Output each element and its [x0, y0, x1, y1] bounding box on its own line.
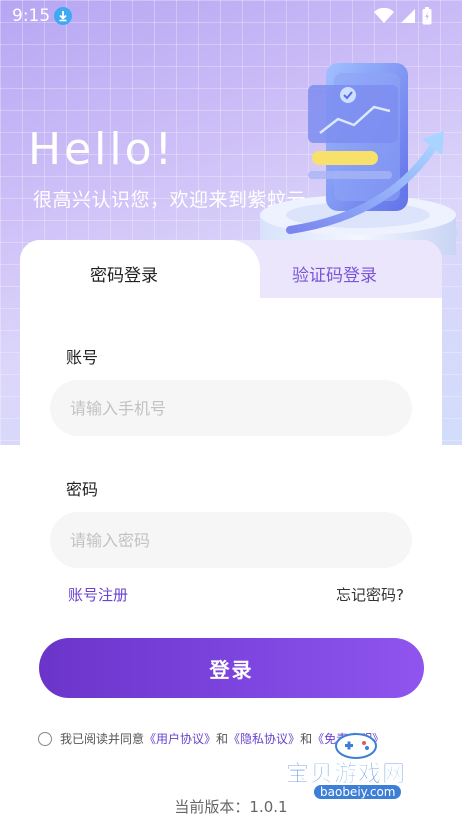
user-agreement-link[interactable]: 《用户协议》: [144, 730, 216, 747]
register-link[interactable]: 账号注册: [68, 584, 128, 605]
agreement-prefix: 我已阅读并同意: [60, 732, 145, 746]
password-input[interactable]: [50, 512, 412, 568]
phone-growth-illustration: [258, 63, 458, 255]
status-icons: [374, 6, 432, 26]
signal-icon: [401, 9, 415, 23]
wifi-icon: [374, 8, 394, 23]
status-bar: 9:15: [0, 0, 462, 32]
hero-title: Hello!: [28, 124, 176, 175]
watermark-text: 宝贝游戏网: [286, 761, 406, 788]
watermark-url: baobeiy.com: [314, 785, 402, 799]
tab-password-login[interactable]: 密码登录: [90, 261, 158, 286]
password-label: 密码: [66, 480, 99, 499]
account-label: 账号: [66, 348, 99, 367]
agreement-and-1: 和: [216, 732, 229, 746]
tab-code-login[interactable]: 验证码登录: [292, 261, 377, 286]
forgot-password-link[interactable]: 忘记密码?: [336, 584, 404, 605]
battery-icon: [422, 7, 432, 25]
watermark-logo: 宝贝游戏网 baobeiy.com: [286, 730, 436, 808]
login-button[interactable]: 登录: [39, 638, 424, 698]
status-time: 9:15: [12, 6, 51, 26]
agreement-checkbox[interactable]: [38, 731, 52, 746]
login-screen: 9:15 Hello! 很高兴认识您，欢迎来到紫蚊云 密码登录 验证码登录 账号…: [0, 0, 462, 821]
download-icon: [54, 7, 72, 25]
phone-input[interactable]: [50, 380, 412, 436]
